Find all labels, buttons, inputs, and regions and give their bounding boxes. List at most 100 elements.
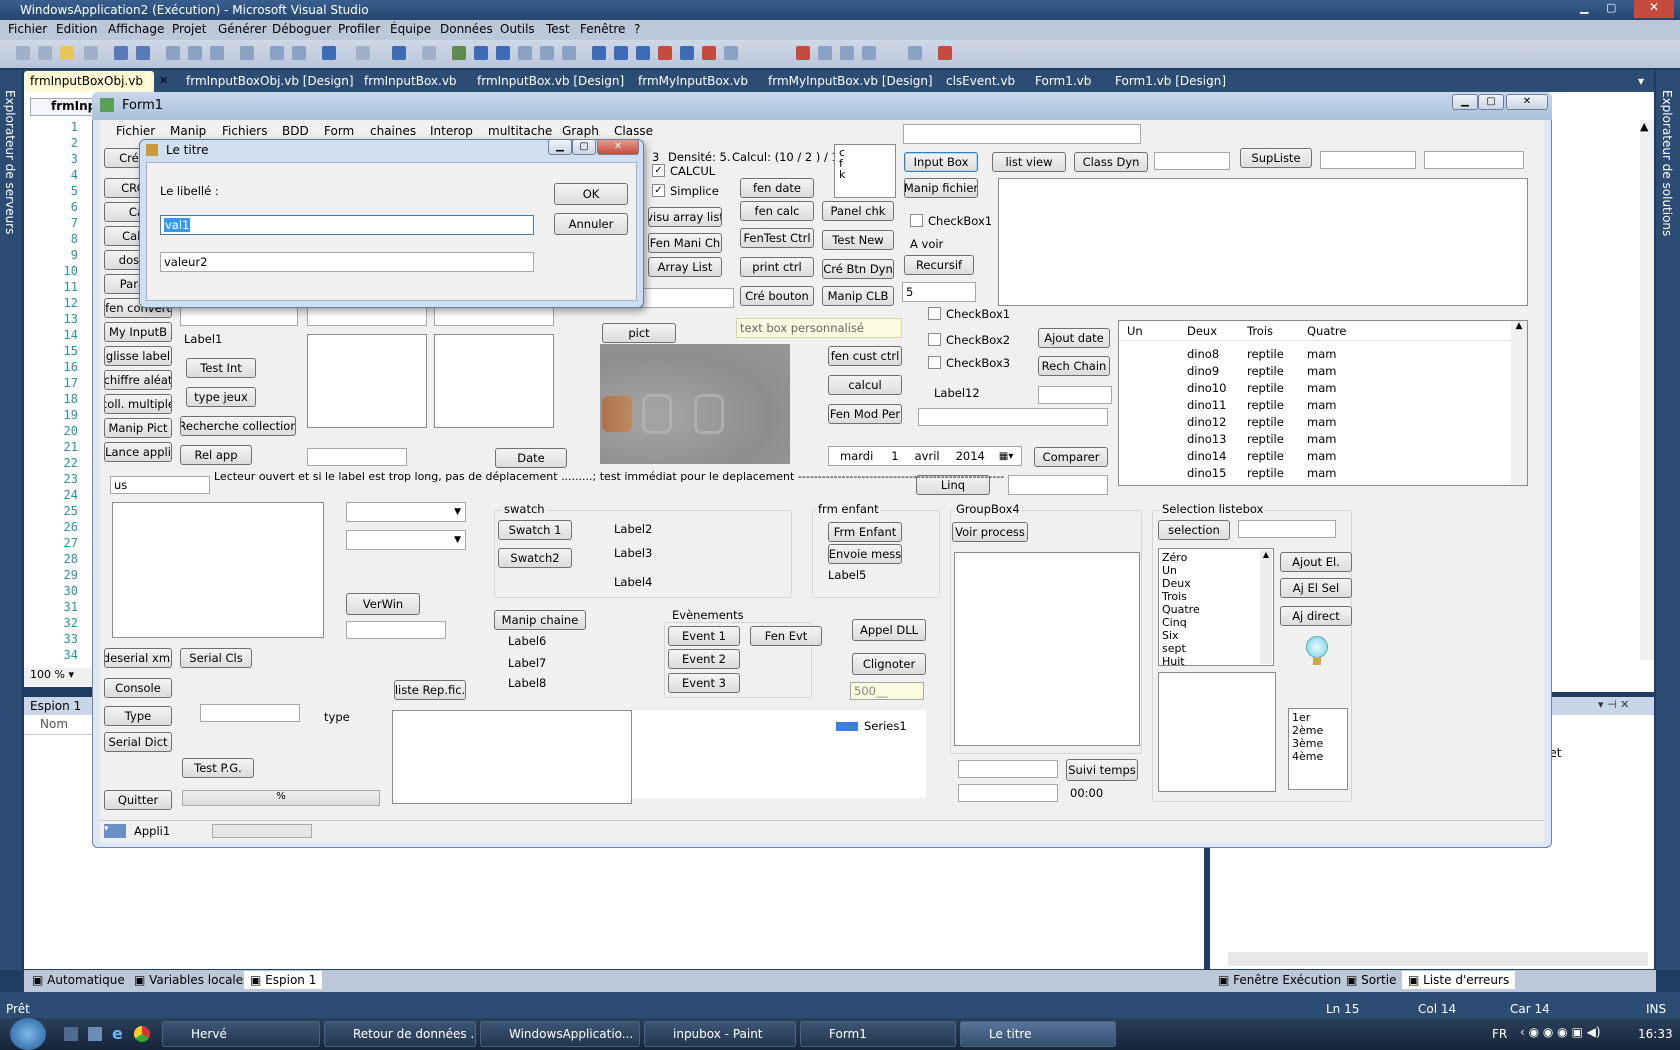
btn-manip-fichier[interactable]: Manip fichier	[904, 178, 978, 198]
dialog-maximize-icon[interactable]: ▢	[572, 139, 596, 155]
bookmark-icon[interactable]	[796, 46, 810, 60]
checkbox1-b[interactable]	[928, 307, 941, 320]
top-textbox[interactable]	[903, 124, 1141, 144]
btn-coll-multiple[interactable]: coll. multiple	[104, 394, 172, 414]
f-menu-interop[interactable]: Interop	[430, 124, 473, 138]
textbox-supliste-2[interactable]	[1424, 151, 1524, 169]
tray-icons[interactable]: ‹ ◉ ◉ ◉ ▣ ◀)	[1520, 1025, 1601, 1039]
menu-fenetre[interactable]: Fenêtre	[580, 22, 625, 36]
list-item[interactable]: Zéro	[1162, 551, 1270, 564]
uncomment-icon[interactable]	[292, 46, 306, 60]
f-menu-chaines[interactable]: chaines	[370, 124, 416, 138]
table-row[interactable]: dino8 reptile mam	[1187, 347, 1417, 364]
btn-date[interactable]: Date	[495, 448, 567, 468]
btn-fen-calc[interactable]: fen calc	[740, 201, 814, 221]
checkbox2[interactable]	[928, 333, 941, 346]
ie-icon[interactable]: e	[112, 1024, 123, 1043]
server-explorer-strip[interactable]: Explorateur de serveurs	[0, 70, 22, 970]
textbox-suivi-2[interactable]	[958, 784, 1058, 802]
letters-listbox[interactable]: c f k	[834, 144, 896, 198]
btn-ajout-date[interactable]: Ajout date	[1038, 328, 1110, 348]
tab-variables-locales[interactable]: ▣ Variables locales	[134, 973, 249, 987]
new-project-icon[interactable]	[16, 46, 30, 60]
taskbar-item-retour[interactable]: Retour de données ...	[324, 1021, 476, 1047]
tab-frminputboxobj-design[interactable]: frmInputBoxObj.vb [Design]	[186, 74, 354, 88]
listview[interactable]: Un Deux Trois Quatre ▲ dino8 reptile mam d…	[1118, 320, 1528, 486]
textbox-personnalise[interactable]: text box personnalisé	[736, 318, 902, 338]
numbers-listbox[interactable]: Zéro Un Deux Trois Quatre Cinq Six sept …	[1158, 548, 1274, 668]
solution-explorer-strip[interactable]: Explorateur de solutions	[1656, 70, 1680, 970]
f-menu-fichier[interactable]: Fichier	[116, 124, 155, 138]
menu-equipe[interactable]: Équipe	[390, 22, 431, 36]
debug-target-icon[interactable]	[908, 46, 922, 60]
textbox-e[interactable]	[918, 408, 1108, 426]
list-item[interactable]: Quatre	[1162, 603, 1270, 616]
btn-fentest-ctrl[interactable]: FenTest Ctrl	[740, 228, 814, 248]
letter-item[interactable]: c	[839, 147, 891, 158]
navigate-forward-icon[interactable]	[422, 46, 436, 60]
step-out-icon[interactable]	[562, 46, 576, 60]
undo-icon[interactable]	[322, 46, 336, 60]
menu-outils[interactable]: Outils	[500, 22, 535, 36]
btn-type[interactable]: Type	[104, 706, 172, 726]
btn-deserial-xml[interactable]: deserial xml	[104, 648, 172, 668]
list-item[interactable]: Deux	[1162, 577, 1270, 590]
save-icon[interactable]	[114, 46, 128, 60]
textbox-type[interactable]	[200, 704, 300, 722]
list-item[interactable]: Six	[1162, 629, 1270, 642]
btn-liste-rep-fic[interactable]: liste Rep.fic.	[394, 680, 466, 700]
menu-donnees[interactable]: Données	[440, 22, 493, 36]
table-row[interactable]: dino9 reptile mam	[1187, 364, 1417, 381]
form1-title-bar[interactable]: Form1	[92, 92, 1552, 120]
menu-edition[interactable]: Edition	[56, 22, 98, 36]
tab-clsevent[interactable]: clsEvent.vb	[946, 74, 1015, 88]
cut-icon[interactable]	[166, 46, 180, 60]
textbox-verwin[interactable]	[346, 621, 446, 639]
btn-frm-enfant[interactable]: Frm Enfant	[828, 522, 902, 542]
btn-recherche-collection[interactable]: Recherche collection	[180, 416, 296, 436]
btn-panel-chk[interactable]: Panel chk	[822, 201, 894, 221]
tab-liste-erreurs[interactable]: ▣ Liste d'erreurs	[1402, 971, 1516, 989]
btn-manip-pict[interactable]: Manip Pict	[104, 418, 172, 438]
tab-form1[interactable]: Form1.vb	[1035, 74, 1091, 88]
ranks-listbox[interactable]: 1er 2ème 3ème 4ème	[1288, 708, 1348, 790]
dropdown-arrow-icon[interactable]: ▼	[454, 507, 461, 517]
btn-recursif[interactable]: Recursif	[904, 255, 974, 275]
f-menu-fichiers[interactable]: Fichiers	[222, 124, 267, 138]
btn-pict[interactable]: pict	[602, 323, 676, 343]
table-row[interactable]: dino10 reptile mam	[1187, 381, 1417, 398]
tab-sortie[interactable]: ▣ Sortie	[1346, 973, 1396, 987]
richtextbox[interactable]	[998, 178, 1528, 306]
btn-event1[interactable]: Event 1	[668, 626, 740, 646]
btn-glisse-label[interactable]: glisse label	[104, 346, 172, 366]
btn-console[interactable]: Console	[104, 678, 172, 698]
btn-cre-bouton[interactable]: Cré bouton	[740, 286, 814, 306]
checkbox-simplice[interactable]: ✓	[652, 184, 665, 197]
date-picker[interactable]: mardi 1 avril 2014 ▦▾	[828, 446, 1022, 466]
language-indicator[interactable]: FR	[1492, 1027, 1507, 1041]
btn-suivi-temps[interactable]: Suivi temps	[1066, 759, 1138, 781]
minimize-icon[interactable]: ▁	[1580, 1, 1604, 17]
tab-espion[interactable]: ▣ Espion 1	[244, 971, 323, 989]
textbox-linq[interactable]	[1008, 475, 1108, 495]
menu-fichier[interactable]: Fichier	[8, 22, 47, 36]
textbox-us[interactable]: us	[110, 476, 210, 494]
list-item[interactable]: Un	[1162, 564, 1270, 577]
f-menu-form[interactable]: Form	[324, 124, 354, 138]
btn-selection[interactable]: selection	[1158, 520, 1230, 540]
close-icon[interactable]: ✕	[1634, 0, 1674, 18]
dialog-input2[interactable]: valeur2	[160, 252, 534, 272]
list-item[interactable]: 4ème	[1292, 750, 1344, 763]
bookmark-next-icon[interactable]	[840, 46, 854, 60]
list-item[interactable]: Huit	[1162, 655, 1270, 668]
dialog-close-icon[interactable]: ✕	[597, 139, 639, 155]
watch-col-nom[interactable]: Nom	[24, 715, 94, 735]
btn-input-box[interactable]: Input Box	[904, 152, 978, 172]
textbox-d[interactable]	[640, 288, 734, 308]
btn-fen-cust-ctrl[interactable]: fen cust ctrl	[828, 346, 902, 366]
f-menu-multitache[interactable]: multitache	[488, 124, 552, 138]
tab-frminputboxobj[interactable]: frmInputBoxObj.vb	[30, 74, 143, 88]
table-row[interactable]: dino14 reptile mam	[1187, 449, 1417, 466]
btn-comparer[interactable]: Comparer	[1034, 447, 1108, 467]
solution-explorer-label[interactable]: Explorateur de solutions	[1660, 90, 1674, 236]
